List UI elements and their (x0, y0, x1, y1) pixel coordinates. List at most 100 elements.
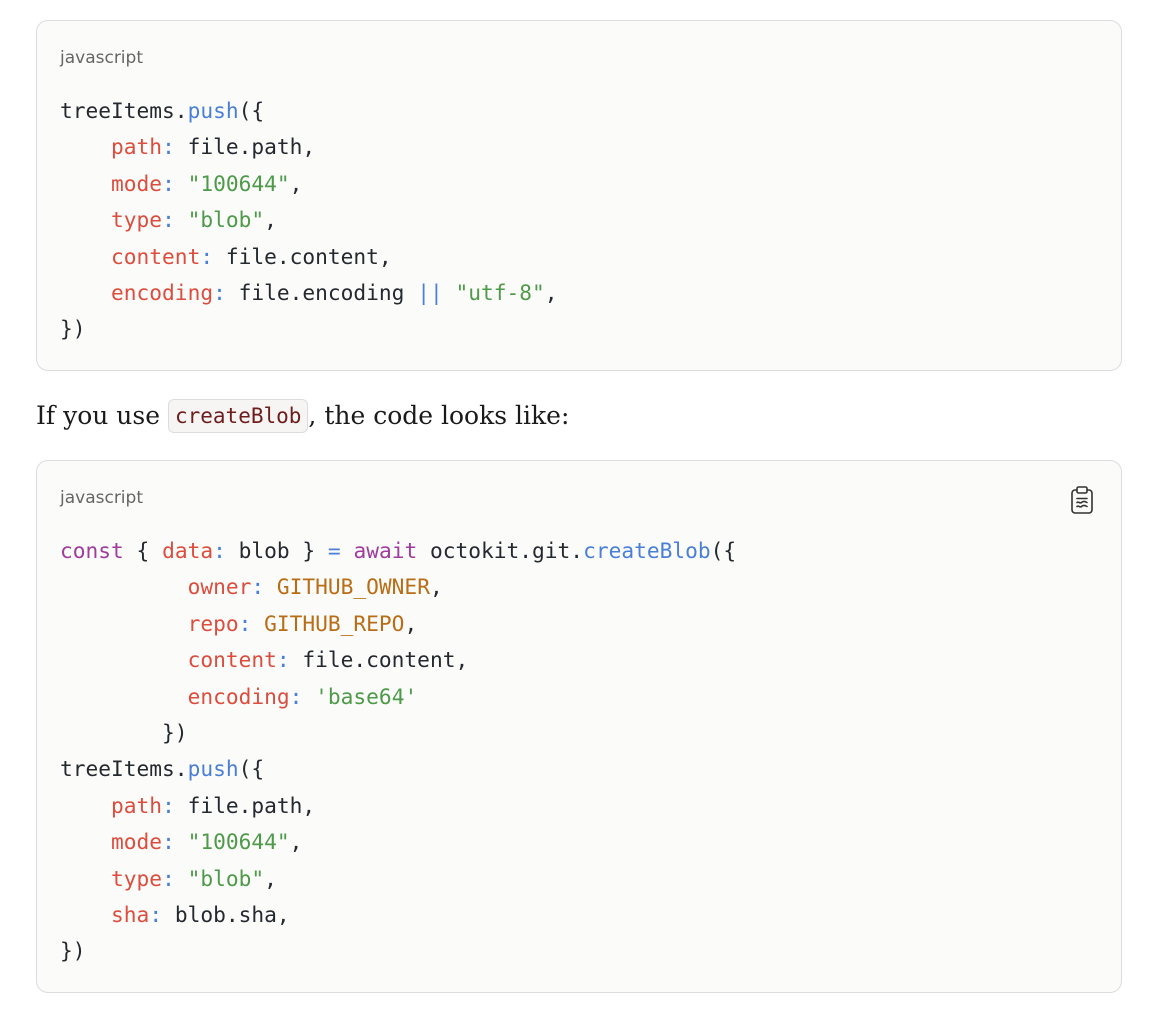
code-content[interactable]: const { data: blob } = await octokit.git… (60, 533, 736, 970)
code-line: mode: "100644", (60, 824, 736, 860)
code-line: path: file.path, (60, 129, 558, 165)
code-token-text: , (289, 170, 303, 196)
inline-code-createblob: createBlob (167, 399, 309, 433)
code-line: content: file.content, (60, 239, 558, 275)
code-token-property: owner (187, 574, 252, 600)
code-token-property: encoding (111, 279, 214, 305)
code-token-string: 'base64' (315, 683, 418, 709)
code-token-operator: : (200, 243, 214, 269)
copy-code-button[interactable] (1069, 485, 1095, 515)
code-token-text: }) (60, 719, 188, 745)
code-block-create-blob: javascript const { data: blob } = await … (36, 460, 1122, 993)
code-line: owner: GITHUB_OWNER, (60, 569, 736, 605)
code-token-text: }) (60, 938, 86, 964)
code-token-string: "blob" (187, 865, 265, 891)
code-line: }) (60, 933, 736, 969)
code-token-text: ({ (238, 756, 265, 782)
code-token-property: mode (111, 829, 163, 855)
code-line: mode: "100644", (60, 166, 558, 202)
code-line: encoding: 'base64' (60, 679, 736, 715)
code-token-operator: : (251, 574, 265, 600)
code-token-text: , (289, 829, 303, 855)
code-token-text: blob } (225, 538, 328, 563)
code-token-text: { (123, 538, 163, 563)
code-token-text: , (429, 574, 443, 600)
code-token-operator: : (289, 683, 303, 709)
code-token-property: type (111, 865, 163, 891)
code-token-operator: : (213, 538, 226, 563)
code-token-text: octokit.git. (417, 538, 584, 563)
code-token-text: file.content, (213, 243, 392, 269)
code-token-text: file.content, (289, 647, 469, 673)
code-line: type: "blob", (60, 202, 558, 238)
prose-before: If you use (36, 401, 168, 430)
code-line: content: file.content, (60, 642, 736, 678)
code-line: repo: GITHUB_REPO, (60, 606, 736, 642)
code-token-string: "utf-8" (455, 279, 545, 305)
code-token-operator: : (149, 901, 163, 927)
code-token-operator: : (162, 865, 175, 891)
code-token-property: type (111, 207, 163, 233)
code-token-property: content (111, 243, 201, 269)
code-token-text: , (264, 865, 277, 891)
code-token-constant: GITHUB_OWNER (276, 574, 430, 600)
code-token-text: treeItems. (60, 98, 188, 123)
code-token-text: blob.sha, (162, 901, 290, 927)
code-token-function: push (187, 756, 239, 782)
code-token-text: file.encoding (225, 279, 418, 305)
code-token-text: }) (60, 316, 86, 342)
code-token-operator: : (162, 170, 175, 196)
code-token-string: "blob" (187, 207, 265, 233)
code-content[interactable]: treeItems.push({ path: file.path, mode: … (60, 93, 558, 348)
code-token-text: ({ (238, 98, 265, 123)
code-token-operator: : (162, 207, 175, 233)
code-token-operator: : (238, 610, 252, 636)
code-token-property: path (111, 792, 163, 818)
code-line: const { data: blob } = await octokit.git… (60, 533, 736, 569)
code-token-text: treeItems. (60, 756, 188, 782)
code-token-text: , (544, 279, 558, 305)
code-token-text: file.path, (174, 792, 316, 818)
code-token-operator: : (276, 647, 290, 673)
prose-after: , the code looks like: (308, 401, 570, 430)
code-token-property: path (111, 134, 163, 160)
code-block-tree-items: javascript treeItems.push({ path: file.p… (36, 20, 1122, 371)
code-language-label: javascript (60, 48, 143, 68)
code-token-text: , (404, 610, 418, 636)
code-token-keyword: await (353, 538, 418, 563)
code-token-property: repo (187, 610, 239, 636)
code-token-string: "100644" (187, 829, 290, 855)
code-token-text: ({ (710, 538, 737, 563)
code-token-text: file.path, (174, 134, 316, 160)
code-token-constant: GITHUB_REPO (264, 610, 405, 636)
code-language-label: javascript (60, 488, 143, 508)
code-token-property: data (162, 538, 214, 563)
code-token-operator: = (327, 538, 341, 563)
code-line: type: "blob", (60, 861, 736, 897)
code-token-text: , (264, 207, 277, 233)
code-line: sha: blob.sha, (60, 897, 736, 933)
code-token-property: sha (111, 901, 150, 927)
code-line: encoding: file.encoding || "utf-8", (60, 275, 558, 311)
code-token-function: createBlob (583, 538, 711, 563)
code-token-function: push (187, 98, 239, 123)
code-line: treeItems.push({ (60, 751, 736, 787)
clipboard-icon (1071, 486, 1093, 514)
